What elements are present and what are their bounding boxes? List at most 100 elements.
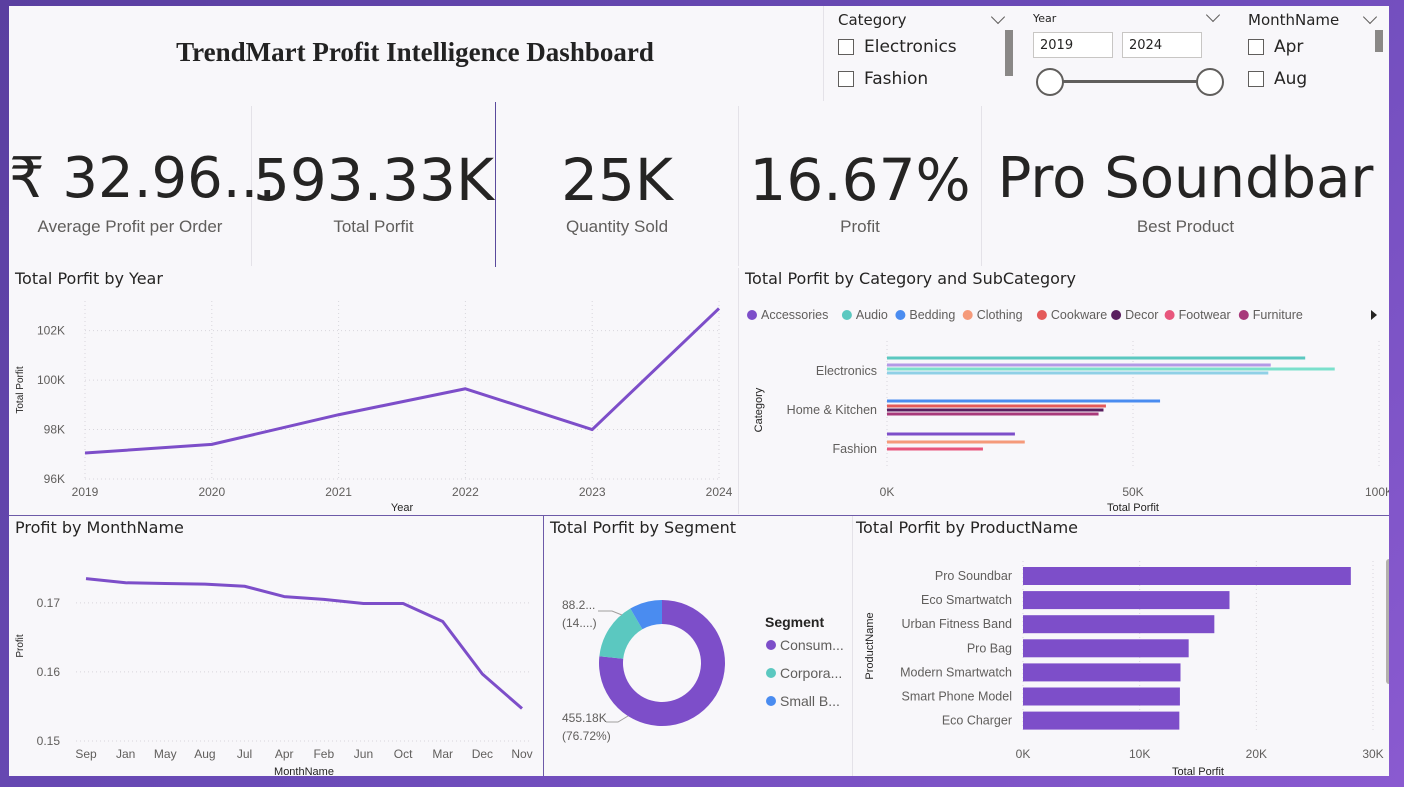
legend-label: Footwear [1179, 308, 1231, 322]
x-tick-label: Jan [116, 747, 135, 761]
x-axis-title: MonthName [274, 766, 334, 776]
month-option-aug[interactable]: Aug [1248, 69, 1307, 89]
year-to-input[interactable]: 2024 [1122, 32, 1202, 58]
series-line [85, 577, 523, 710]
chevron-down-icon[interactable] [990, 9, 1006, 25]
x-tick-label: Nov [511, 747, 532, 761]
y-tick-label: Urban Fitness Band [902, 617, 1013, 631]
y-tick-label: Eco Charger [942, 714, 1012, 728]
kpi-best-product-card: Pro Soundbar [982, 146, 1389, 211]
year-from-input[interactable]: 2019 [1033, 32, 1113, 58]
legend-label: Corpora... [780, 665, 842, 681]
x-axis-title: Total Porfit [1172, 766, 1224, 776]
x-tick-label: Apr [275, 747, 294, 761]
kpi-quantity-card: 25K [496, 146, 738, 214]
legend-marker [747, 310, 757, 320]
category-option-fashion[interactable]: Fashion [838, 69, 928, 89]
year-slicer-title: Year [1033, 12, 1057, 25]
x-tick-label: 30K [1362, 747, 1383, 761]
y-axis-title: Total Porfit [15, 366, 26, 413]
bar [1023, 615, 1215, 634]
chevron-down-icon[interactable] [1362, 9, 1378, 25]
x-tick-label: 100K [1365, 485, 1389, 499]
bar [1023, 663, 1181, 682]
x-tick-label: Aug [194, 747, 215, 761]
checkbox-icon[interactable] [1248, 71, 1264, 87]
kpi-label: Average Profit per Order [37, 217, 223, 236]
y-tick-label: 100K [37, 373, 65, 387]
kpi-label: Quantity Sold [565, 217, 669, 236]
bar [1023, 591, 1230, 610]
bar [887, 447, 983, 451]
x-tick-label: 20K [1246, 747, 1267, 761]
x-tick-label: 2020 [198, 485, 225, 499]
bar [887, 408, 1104, 412]
category-scrollbar[interactable] [1005, 30, 1013, 76]
legend-next-icon [1371, 310, 1377, 320]
kpi-value: ₹ 32.96... [9, 146, 277, 211]
checkbox-icon[interactable] [838, 71, 854, 87]
kpi-label: Total Porfit [333, 217, 414, 236]
month-option-apr[interactable]: Apr [1248, 37, 1303, 57]
legend-marker [1036, 310, 1047, 320]
legend-label: Consum... [780, 637, 844, 653]
year-slider-handle-start[interactable] [1036, 68, 1064, 96]
data-label: (76.72%) [562, 729, 611, 743]
category-option-electronics[interactable]: Electronics [838, 37, 957, 57]
bar [887, 440, 1025, 444]
checkbox-icon[interactable] [838, 39, 854, 55]
y-tick-label: Fashion [833, 442, 878, 456]
bar [1023, 567, 1351, 585]
y-axis-title: Profit [15, 634, 26, 658]
legend-title: Segment [765, 614, 824, 630]
bar [887, 412, 1099, 416]
year-slider-handle-end[interactable] [1196, 68, 1224, 96]
line-chart-month[interactable]: 0.15 0.16 0.17 Sep Jan May Aug Jul Apr Feb Jun Oct M… [9, 541, 543, 776]
year-slider-track[interactable] [1049, 80, 1209, 83]
legend-marker [1111, 310, 1122, 320]
x-tick-label: 0K [1016, 747, 1031, 761]
donut-chart-segment[interactable]: 455.18K (76.72%) 88.2... (14....) Segment Con… [544, 541, 852, 776]
kpi-label: Profit [840, 217, 880, 236]
chart-title-month: Profit by MonthName [15, 518, 184, 537]
series-line [84, 307, 721, 455]
x-tick-label: May [154, 747, 177, 761]
month-scrollbar[interactable] [1375, 30, 1383, 52]
chevron-down-icon[interactable] [1205, 7, 1221, 23]
y-axis-title: Category [753, 387, 765, 432]
x-tick-label: 0K [880, 485, 895, 499]
chart-title-category: Total Porfit by Category and SubCategory [745, 269, 1076, 288]
label-leader [606, 715, 629, 723]
kpi-value: 25K [561, 146, 673, 214]
category-slicer-title: Category [838, 11, 907, 29]
kpi-value: 16.67% [749, 146, 971, 214]
bar [887, 356, 1306, 360]
y-tick-label: 102K [37, 324, 65, 338]
bar [1023, 639, 1189, 658]
panel-divider [9, 515, 1389, 516]
chart-title-segment: Total Porfit by Segment [550, 518, 737, 537]
y-tick-label: 0.17 [37, 596, 61, 610]
legend-label: Small B... [780, 693, 840, 709]
bar [887, 432, 1015, 436]
line-chart-year[interactable]: 2019 2020 2021 2022 2023 2024 96K 98K 100K 102K Ye… [9, 291, 738, 513]
x-tick-label: 2024 [706, 485, 733, 499]
data-label: (14....) [562, 616, 597, 630]
legend-marker [1238, 310, 1249, 320]
y-tick-label: Electronics [816, 364, 877, 378]
dashboard-canvas: TrendMart Profit Intelligence Dashboard … [9, 6, 1389, 776]
kpi-total-profit-card: 593.33K [252, 146, 495, 214]
kpi-avg-profit-card: ₹ 32.96... [9, 146, 277, 211]
kpi-value: Pro Soundbar [997, 146, 1374, 211]
legend-marker [766, 668, 776, 678]
checkbox-icon[interactable] [1248, 39, 1264, 55]
legend-label: Bedding [909, 308, 955, 322]
y-tick-label: Pro Soundbar [935, 569, 1012, 583]
bar-chart-product[interactable]: 0K 10K 20K 30K Pro Soundbar Eco Smartwatch Urb… [853, 541, 1389, 776]
x-axis-title: Year [391, 502, 414, 513]
bar-chart-category[interactable]: Accessories Audio Bedding Clothing Cookware D… [739, 291, 1389, 513]
chart-title-year: Total Porfit by Year [15, 269, 163, 288]
y-tick-label: Pro Bag [967, 641, 1012, 655]
x-tick-label: Dec [472, 747, 493, 761]
kpi-value: 593.33K [253, 146, 494, 214]
